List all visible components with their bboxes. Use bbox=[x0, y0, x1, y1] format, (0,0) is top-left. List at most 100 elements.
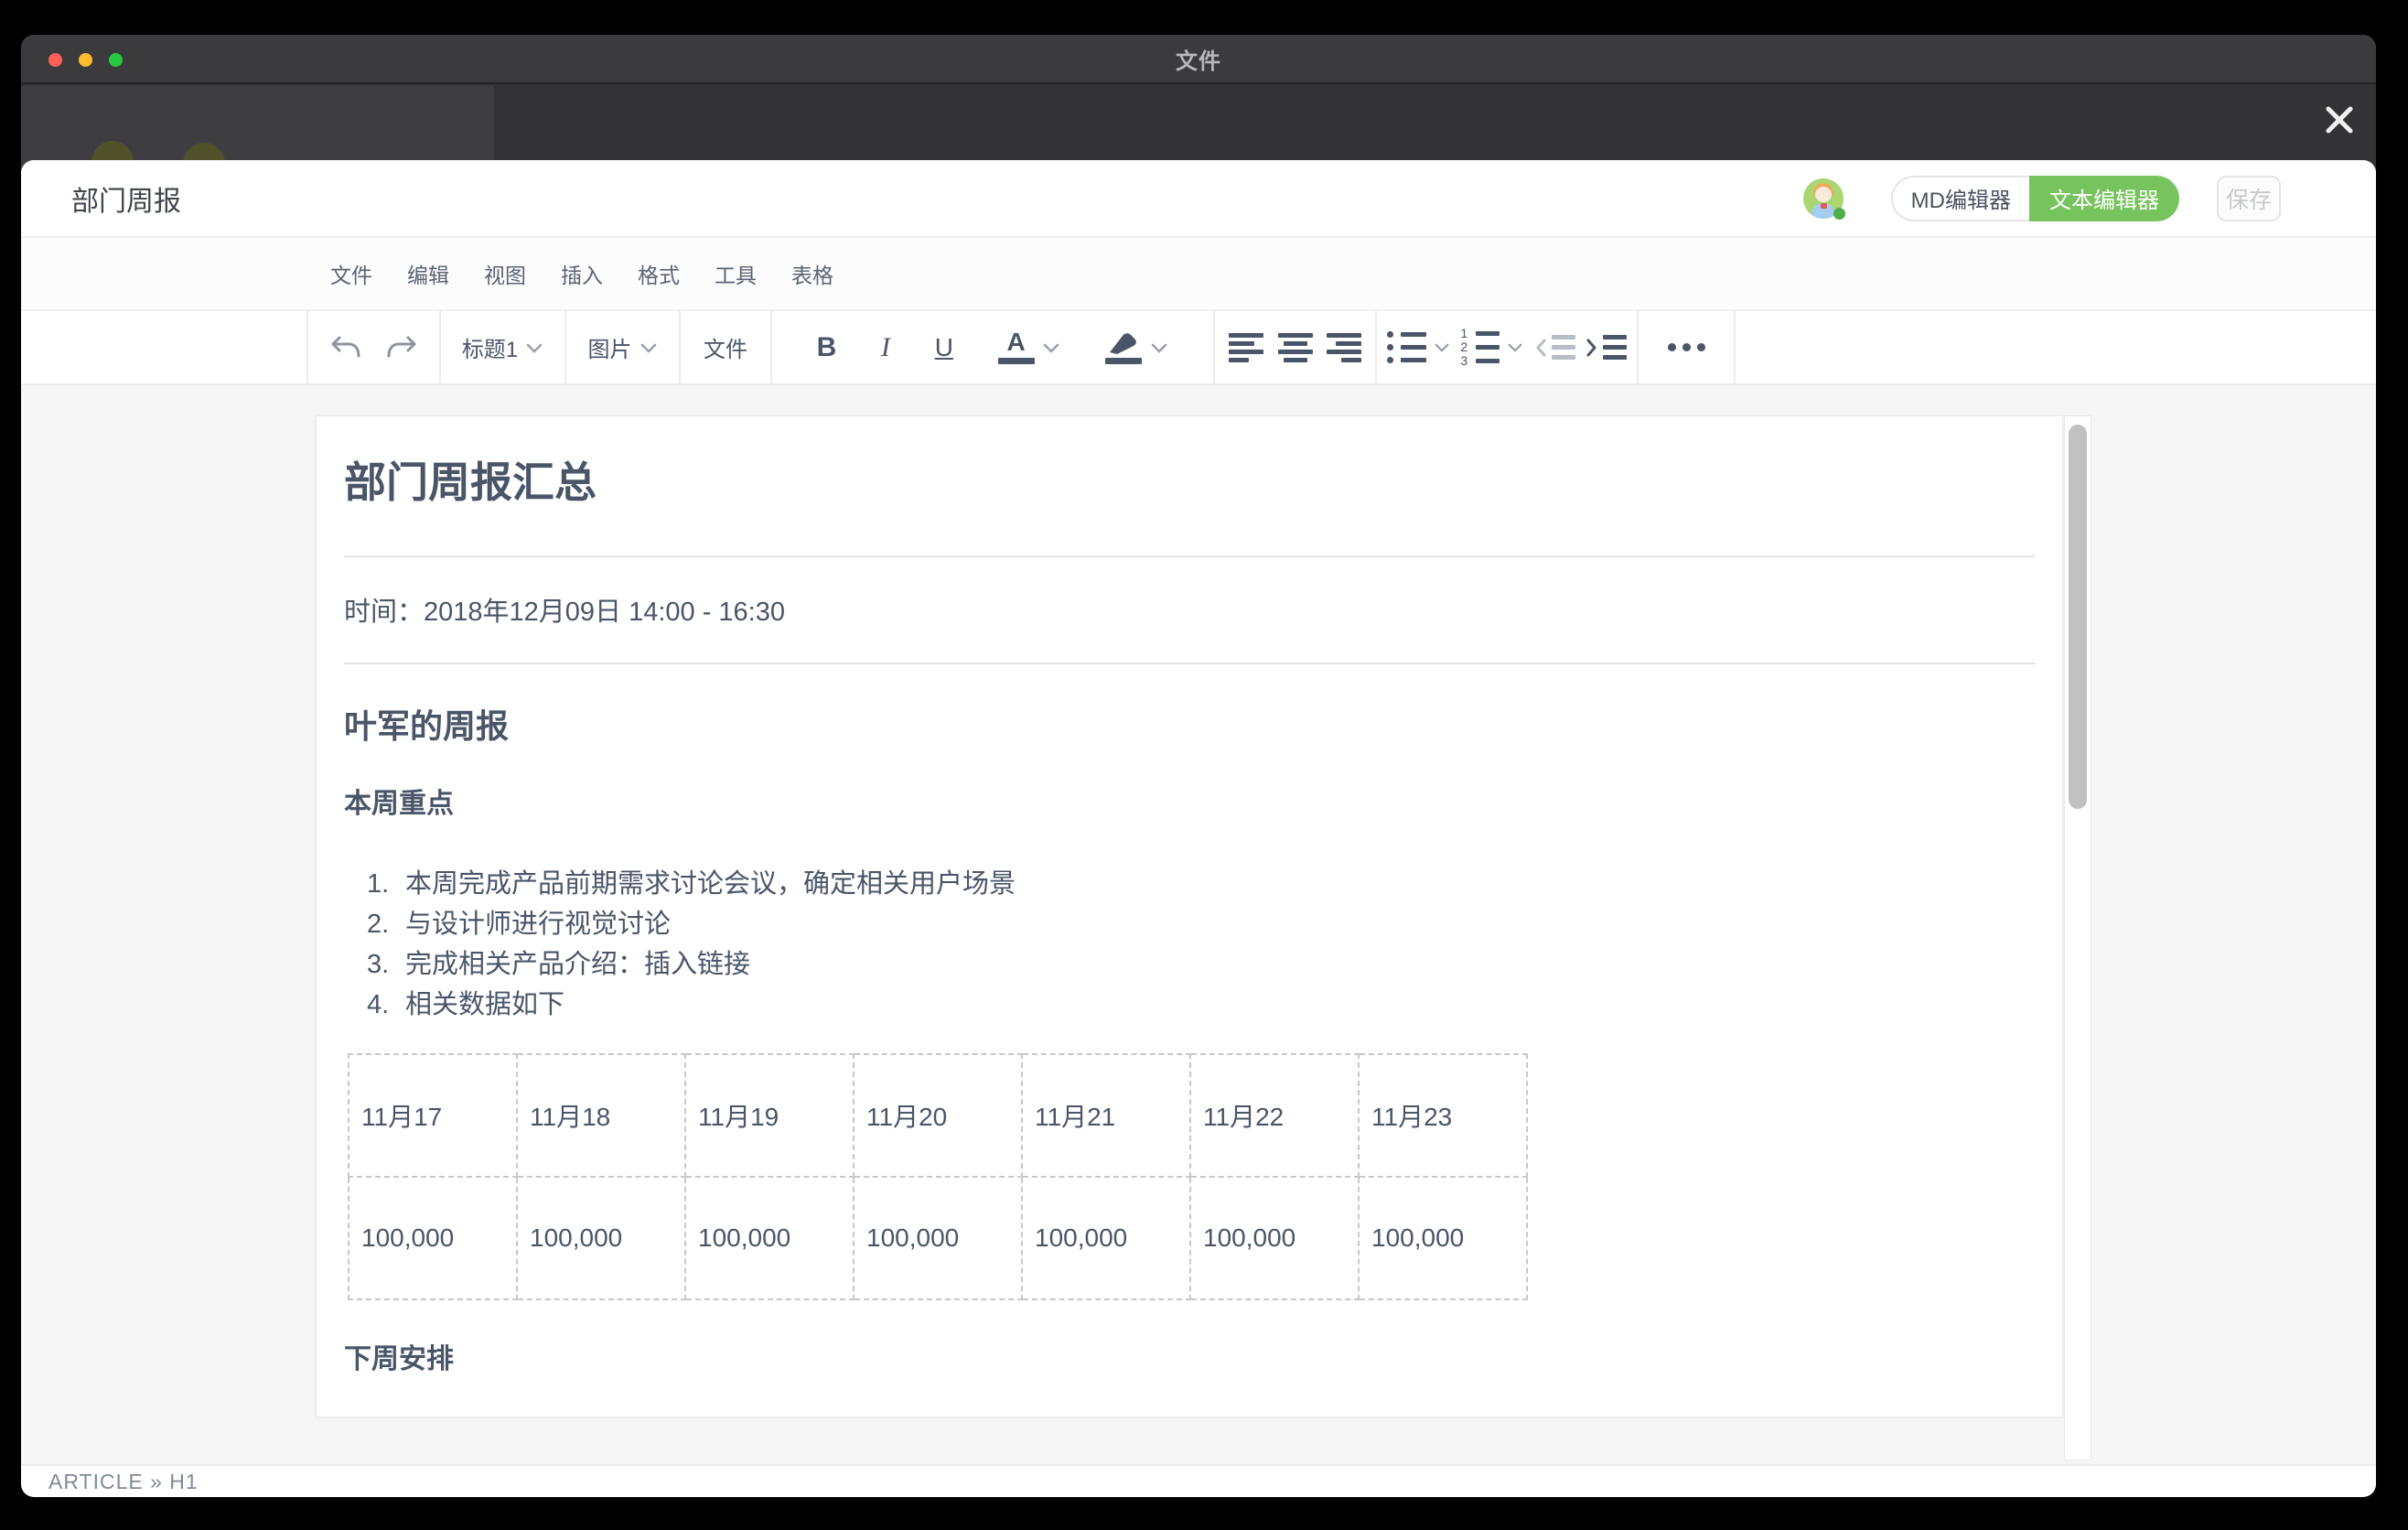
doc-heading-2[interactable]: 叶军的周报 bbox=[344, 706, 2035, 747]
redo-button[interactable] bbox=[384, 311, 419, 383]
chevron-down-icon bbox=[640, 341, 658, 354]
horizontal-rule bbox=[344, 555, 2035, 557]
font-color-dropdown[interactable]: A bbox=[998, 311, 1060, 383]
chevron-down-icon bbox=[1042, 341, 1060, 354]
underline-button[interactable]: U bbox=[935, 311, 953, 383]
app-window: 文件 部门周报 MD编辑器 bbox=[21, 35, 2376, 1497]
align-center-icon bbox=[1278, 333, 1313, 362]
bullet-list-icon bbox=[1387, 331, 1426, 363]
italic-button[interactable]: I bbox=[881, 311, 890, 383]
table-cell[interactable]: 11月20 bbox=[854, 1054, 1022, 1177]
table-cell[interactable]: 100,000 bbox=[1190, 1177, 1359, 1299]
table-cell[interactable]: 100,000 bbox=[1359, 1177, 1527, 1299]
document-page[interactable]: 部门周报汇总 时间：2018年12月09日 14:00 - 16:30 叶军的周… bbox=[316, 415, 2063, 1417]
status-bar: ARTICLE » H1 bbox=[21, 1464, 2376, 1497]
list-item[interactable]: 1. 本周完成产品前期需求讨论会议，确定相关用户场景 bbox=[367, 864, 2035, 904]
data-table: 11月17 11月18 11月19 11月20 11月21 11月22 11月2… bbox=[348, 1053, 1528, 1300]
menu-file[interactable]: 文件 bbox=[325, 253, 378, 295]
close-window-button[interactable] bbox=[48, 53, 62, 67]
editor-canvas: 部门周报汇总 时间：2018年12月09日 14:00 - 16:30 叶军的周… bbox=[21, 385, 2376, 1464]
numbered-list-icon: 1 2 3 bbox=[1460, 329, 1500, 366]
menu-format[interactable]: 格式 bbox=[632, 253, 685, 295]
doc-time-line[interactable]: 时间：2018年12月09日 14:00 - 16:30 bbox=[344, 594, 2035, 630]
list-item[interactable]: 2. 与设计师进行视觉讨论 bbox=[367, 904, 2035, 944]
menu-view[interactable]: 视图 bbox=[478, 253, 532, 295]
table-cell[interactable]: 100,000 bbox=[685, 1177, 854, 1299]
bullet-list-dropdown[interactable] bbox=[1387, 311, 1450, 383]
traffic-lights bbox=[48, 53, 123, 67]
document-title: 部门周报 bbox=[71, 178, 1803, 219]
menu-insert[interactable]: 插入 bbox=[555, 253, 608, 295]
user-avatar[interactable] bbox=[1803, 178, 1844, 219]
chevron-down-icon bbox=[1507, 341, 1523, 353]
doc-heading-1[interactable]: 部门周报汇总 bbox=[344, 457, 2035, 508]
align-center-button[interactable] bbox=[1278, 311, 1313, 383]
close-overlay-button[interactable] bbox=[2317, 98, 2361, 142]
menu-tools[interactable]: 工具 bbox=[709, 253, 762, 295]
font-color-swatch bbox=[998, 358, 1035, 364]
menu-bar: 文件 编辑 视图 插入 格式 工具 表格 bbox=[21, 238, 2376, 309]
heading-style-dropdown[interactable]: 标题1 bbox=[462, 311, 543, 383]
align-left-icon bbox=[1229, 333, 1263, 362]
document-header: 部门周报 MD编辑器 文本编辑器 保存 bbox=[21, 160, 2376, 236]
ellipsis-icon bbox=[1668, 343, 1705, 351]
table-cell[interactable]: 11月17 bbox=[349, 1054, 517, 1177]
table-cell[interactable]: 11月22 bbox=[1190, 1054, 1359, 1177]
insert-image-dropdown[interactable]: 图片 bbox=[588, 311, 658, 383]
md-editor-button[interactable]: MD编辑器 bbox=[1891, 176, 2029, 221]
close-x-icon bbox=[2318, 99, 2360, 141]
outdent-icon bbox=[1534, 335, 1575, 360]
cursor-context-breadcrumb: ARTICLE » H1 bbox=[48, 1470, 199, 1494]
list-item[interactable]: 3. 完成相关产品介绍：插入链接 bbox=[367, 944, 2035, 985]
align-right-button[interactable] bbox=[1327, 311, 1361, 383]
doc-heading-3[interactable]: 本周重点 bbox=[344, 787, 2035, 822]
highlighter-icon bbox=[1104, 330, 1143, 354]
table-cell[interactable]: 100,000 bbox=[349, 1177, 517, 1299]
document-editor-modal: 部门周报 MD编辑器 文本编辑器 保存 文件 编辑 视图 bbox=[21, 160, 2376, 1497]
indent-button[interactable] bbox=[1586, 311, 1627, 383]
highlight-color-dropdown[interactable] bbox=[1104, 311, 1168, 383]
indent-icon bbox=[1586, 335, 1627, 360]
table-cell[interactable]: 100,000 bbox=[517, 1177, 685, 1299]
screen: 文件 部门周报 MD编辑器 bbox=[0, 0, 2408, 1530]
redo-icon bbox=[384, 334, 419, 361]
numbered-list-dropdown[interactable]: 1 2 3 bbox=[1460, 311, 1523, 383]
text-editor-button[interactable]: 文本编辑器 bbox=[2029, 176, 2179, 221]
table-row: 100,000 100,000 100,000 100,000 100,000 … bbox=[349, 1177, 1527, 1299]
scrollbar-thumb[interactable] bbox=[2069, 425, 2087, 809]
table-cell[interactable]: 11月21 bbox=[1022, 1054, 1190, 1177]
chevron-down-icon bbox=[1150, 341, 1168, 354]
format-toolbar: 标题1 图片 bbox=[21, 309, 2376, 385]
table-cell[interactable]: 100,000 bbox=[854, 1177, 1022, 1299]
chevron-down-icon bbox=[1434, 341, 1450, 353]
menu-table[interactable]: 表格 bbox=[786, 253, 839, 295]
font-color-letter: A bbox=[1006, 330, 1025, 354]
doc-heading-3[interactable]: 下周安排 bbox=[344, 1342, 2035, 1377]
minimize-window-button[interactable] bbox=[79, 53, 92, 67]
dimmed-background-app bbox=[21, 86, 2376, 160]
editor-mode-toggle: MD编辑器 文本编辑器 bbox=[1891, 176, 2179, 221]
chevron-down-icon bbox=[525, 341, 543, 354]
table-row: 11月17 11月18 11月19 11月20 11月21 11月22 11月2… bbox=[349, 1054, 1527, 1177]
menu-edit[interactable]: 编辑 bbox=[402, 253, 455, 295]
zoom-window-button[interactable] bbox=[109, 53, 123, 67]
table-cell[interactable]: 11月18 bbox=[517, 1054, 685, 1177]
table-cell[interactable]: 11月19 bbox=[685, 1054, 854, 1177]
online-status-dot bbox=[1833, 208, 1845, 220]
more-tools-button[interactable] bbox=[1668, 311, 1705, 383]
window-titlebar: 文件 bbox=[21, 35, 2376, 84]
table-cell[interactable]: 11月23 bbox=[1359, 1054, 1527, 1177]
table-cell[interactable]: 100,000 bbox=[1022, 1177, 1190, 1299]
outdent-button[interactable] bbox=[1534, 311, 1575, 383]
horizontal-rule bbox=[344, 663, 2035, 664]
undo-icon bbox=[328, 334, 363, 361]
window-title: 文件 bbox=[1176, 43, 1221, 75]
list-item[interactable]: 4. 相关数据如下 bbox=[367, 985, 2035, 1025]
scrollbar-track[interactable] bbox=[2064, 415, 2091, 1460]
align-right-icon bbox=[1327, 333, 1361, 362]
undo-button[interactable] bbox=[328, 311, 363, 383]
align-left-button[interactable] bbox=[1229, 311, 1263, 383]
insert-file-button[interactable]: 文件 bbox=[704, 311, 747, 383]
bold-button[interactable]: B bbox=[817, 311, 837, 383]
save-button[interactable]: 保存 bbox=[2217, 176, 2281, 221]
